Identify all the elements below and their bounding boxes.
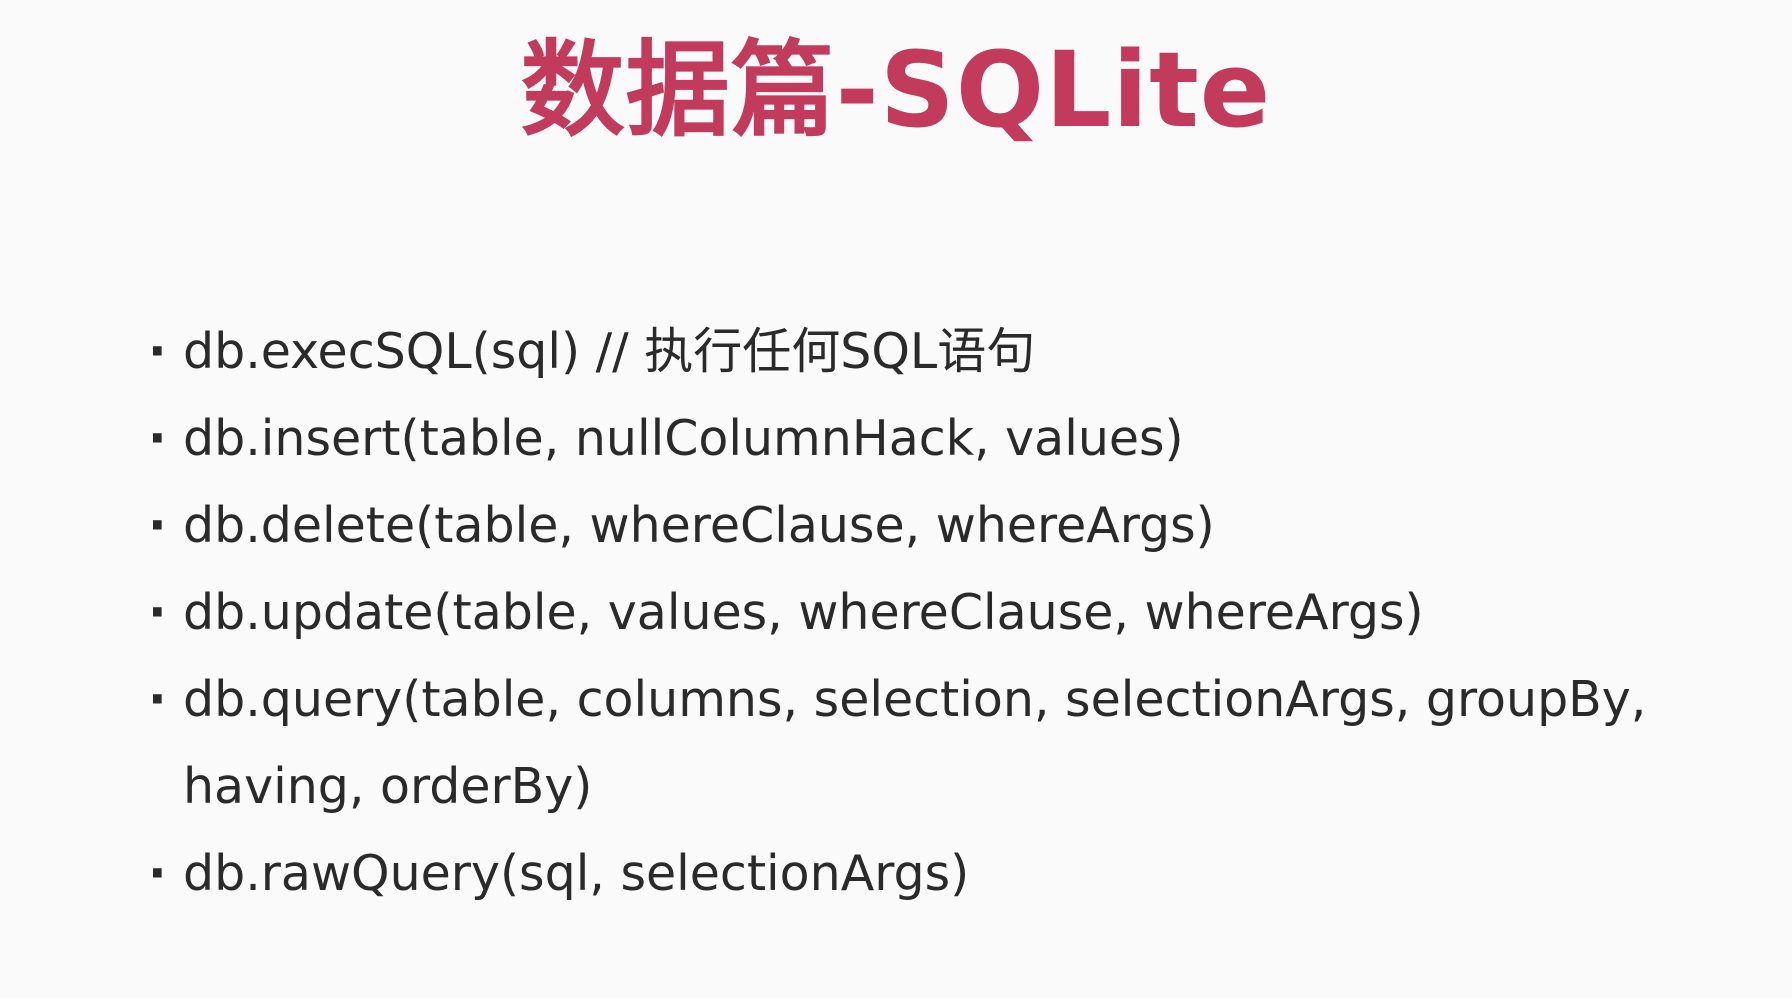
bullet-dot-icon: ·: [148, 671, 167, 728]
bullet-list: · db.execSQL(sql) // 执行任何SQL语句 · db.inse…: [148, 308, 1768, 917]
bullet-dot-icon: ·: [148, 410, 167, 467]
bullet-item-update: · db.update(table, values, whereClause, …: [148, 569, 1768, 656]
bullet-text: db.query(table, columns, selection, sele…: [183, 671, 1647, 815]
slide: 数据篇-SQLite · db.execSQL(sql) // 执行任何SQL语…: [0, 0, 1792, 998]
bullet-dot-icon: ·: [148, 497, 167, 554]
bullet-item-execsql: · db.execSQL(sql) // 执行任何SQL语句: [148, 308, 1768, 395]
bullet-text: db.insert(table, nullColumnHack, values): [183, 410, 1184, 467]
bullet-item-delete: · db.delete(table, whereClause, whereArg…: [148, 482, 1768, 569]
bullet-item-query: · db.query(table, columns, selection, se…: [148, 656, 1768, 830]
bullet-dot-icon: ·: [148, 845, 167, 902]
bullet-text: db.rawQuery(sql, selectionArgs): [183, 845, 970, 902]
bullet-text: db.delete(table, whereClause, whereArgs): [183, 497, 1215, 554]
bullet-dot-icon: ·: [148, 584, 167, 641]
bullet-text: db.update(table, values, whereClause, wh…: [183, 584, 1424, 641]
slide-title: 数据篇-SQLite: [520, 29, 1272, 151]
bullet-item-rawquery: · db.rawQuery(sql, selectionArgs): [148, 830, 1768, 917]
bullet-item-insert: · db.insert(table, nullColumnHack, value…: [148, 395, 1768, 482]
bullet-dot-icon: ·: [148, 323, 167, 380]
bullet-text: db.execSQL(sql) // 执行任何SQL语句: [183, 323, 1036, 380]
